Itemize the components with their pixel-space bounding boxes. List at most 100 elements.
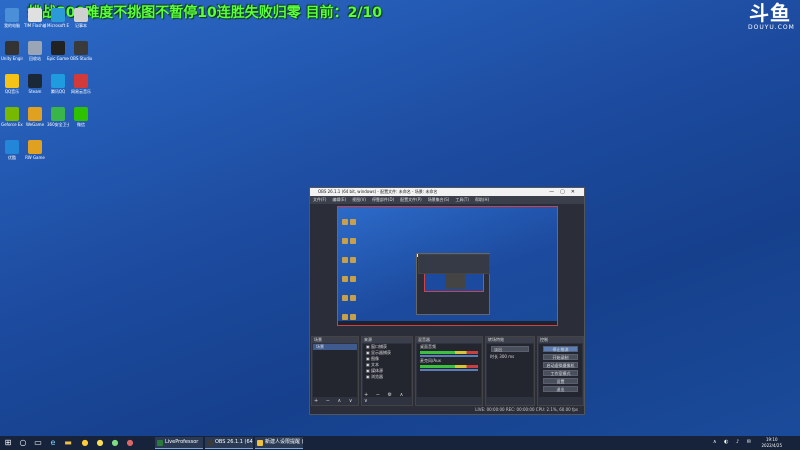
desktop-icon[interactable]: QQ音乐 <box>1 74 23 94</box>
app-icon-2[interactable]: ● <box>95 438 105 448</box>
desktop-icon[interactable]: 记事本 <box>70 8 92 28</box>
taskbar-clock[interactable]: 19:10 2022/4/25 <box>761 437 782 449</box>
transition-body: 淡出 时长 300 ms <box>487 344 533 397</box>
desktop-icon[interactable]: 网易云音乐 <box>70 74 92 94</box>
taskbar-app-label: OBS 26.1.1 (64 bit... <box>215 439 253 445</box>
mixer-track-label: 麦克风/Aux <box>420 358 441 363</box>
system-tray[interactable]: ∧ ◐ ♪ ✉ <box>713 439 754 445</box>
desktop-icon[interactable]: WeGame <box>24 107 46 127</box>
desktop-icon-label: 我的电脑 <box>4 23 20 28</box>
desktop-icon-label: Unity Engine <box>1 56 23 61</box>
desktop-icon[interactable]: Steam <box>24 74 46 94</box>
scenes-title: 场景 <box>312 337 358 343</box>
folder-icon[interactable]: ▬ <box>63 438 73 448</box>
duration-row: 时长 300 ms <box>487 354 533 360</box>
task-view-icon[interactable]: ▭ <box>33 438 43 448</box>
desktop-icon[interactable]: Epic Games Launcher <box>47 41 69 61</box>
app-icon <box>51 74 65 88</box>
volume-slider[interactable] <box>420 355 478 357</box>
desktop-icon-label: Epic Games Launcher <box>47 56 69 61</box>
obs-menu-item[interactable]: 工具(T) <box>455 197 469 202</box>
control-button[interactable]: 停止推流 <box>543 346 578 352</box>
volume-slider[interactable] <box>420 369 478 371</box>
desktop-icon[interactable]: TIM Flash编辑 <box>24 8 46 28</box>
app-icon-4[interactable]: ● <box>125 438 135 448</box>
taskbar-app-label: 新建人设限提醒 (2)... <box>265 439 303 445</box>
obs-menu-item[interactable]: 停靠部件(D) <box>372 197 394 202</box>
start-icon[interactable]: ⊞ <box>3 438 13 448</box>
desktop-icon-label: 网易云音乐 <box>71 89 91 94</box>
scene-item[interactable]: 场景 <box>313 344 357 350</box>
duration-label: 时长 <box>490 354 498 359</box>
sources-toolbar[interactable]: + − ⚙ ∧ ∨ <box>364 392 412 404</box>
desktop-icon[interactable]: Unity Engine <box>1 41 23 61</box>
scenes-toolbar[interactable]: + − ∧ ∨ <box>314 398 355 404</box>
controls-title: 控制 <box>538 337 583 343</box>
control-button[interactable]: 启动虚拟摄像机 <box>543 362 578 368</box>
banner-middle: 难度不挑图不暂停 <box>85 5 198 21</box>
mixer-title: 混音器 <box>416 337 482 343</box>
search-icon[interactable]: ○ <box>18 438 28 448</box>
desktop-icon-label: WeGame <box>25 122 45 127</box>
obs-menu-item[interactable]: 编辑(E) <box>332 197 346 202</box>
scenes-list[interactable]: 场景 <box>313 344 357 397</box>
desktop-icon-label: OBS Studio <box>70 56 92 61</box>
preview-icons <box>342 213 358 325</box>
desktop-icon-label: 腾讯QQ <box>50 89 66 94</box>
desktop-icon[interactable]: Geforce Experience <box>1 107 23 127</box>
control-button[interactable]: 退出 <box>543 386 578 392</box>
obs-titlebar[interactable]: OBS 26.1.1 (64 bit, windows) - 配置文件: 未命名… <box>310 188 584 196</box>
obs-menu-item[interactable]: 文件(F) <box>313 197 326 202</box>
obs-docks: 场景 场景 + − ∧ ∨ 来源 ▣ 窗口捕获 ▣ 显示器捕获 ▣ 图像 ▣ 文本 ▣ … <box>310 336 584 406</box>
taskbar-app[interactable]: 新建人设限提醒 (2)... <box>255 437 303 449</box>
obs-menu-item[interactable]: 配置文件(P) <box>400 197 422 202</box>
desktop-icon[interactable]: RW Game <box>24 140 46 160</box>
desktop: 挑战800难度不挑图不暂停10连胜失败归零 目前：2/10 斗鱼 DOUYU.C… <box>0 0 800 436</box>
transition-select[interactable]: 淡出 <box>491 346 529 352</box>
controls-dock: 控制 停止推流开始录制启动虚拟摄像机 工作室模式设置退出 <box>537 336 584 406</box>
transition-dock: 转场特效 淡出 时长 300 ms <box>485 336 535 406</box>
desktop-icon-label: 记事本 <box>75 23 87 28</box>
douyu-watermark: 斗鱼 DOUYU.COM <box>748 2 794 31</box>
obs-statusbar: LIVE: 00:00:00 REC: 00:00:00 CPU: 2.1%, … <box>310 406 584 414</box>
app-icon <box>74 107 88 121</box>
obs-menu-item[interactable]: 视图(V) <box>352 197 366 202</box>
app-icon <box>51 107 65 121</box>
preview-taskbar <box>338 321 557 325</box>
desktop-icon-label: 微信 <box>77 122 85 127</box>
app-icon <box>5 107 19 121</box>
control-button[interactable]: 设置 <box>543 378 578 384</box>
desktop-icon[interactable]: 微信 <box>70 107 92 127</box>
edge-icon[interactable]: e <box>48 438 58 448</box>
desktop-icon[interactable]: 腾讯QQ <box>47 74 69 94</box>
taskbar-app[interactable]: LiveProfessor <box>155 437 203 449</box>
desktop-icon-label: TIM Flash编辑 <box>24 23 46 28</box>
desktop-icon[interactable]: 回收站 <box>24 41 46 61</box>
control-button[interactable]: 开始录制 <box>543 354 578 360</box>
banner-progress: 2/10 <box>347 5 382 21</box>
obs-preview[interactable] <box>337 206 558 326</box>
desktop-icon[interactable]: 我的电脑 <box>1 8 23 28</box>
desktop-icon-label: 优酷 <box>8 155 16 160</box>
control-button[interactable]: 工作室模式 <box>543 370 578 376</box>
taskbar-app[interactable]: OBS 26.1.1 (64 bit... <box>205 437 253 449</box>
obs-window[interactable]: OBS 26.1.1 (64 bit, windows) - 配置文件: 未命名… <box>309 187 585 415</box>
taskbar-app-icon <box>257 440 263 446</box>
desktop-icon[interactable]: OBS Studio <box>70 41 92 61</box>
app-icon-3[interactable]: ● <box>110 438 120 448</box>
desktop-icon[interactable]: Microsoft Edge <box>47 8 69 28</box>
desktop-icon[interactable]: 360安全卫士 <box>47 107 69 127</box>
app-icon-1[interactable]: ● <box>80 438 90 448</box>
sources-list[interactable]: ▣ 窗口捕获 ▣ 显示器捕获 ▣ 图像 ▣ 文本 ▣ 媒体源 ▣ 浏览器 <box>363 344 411 397</box>
duration-value[interactable]: 300 ms <box>499 354 514 359</box>
app-icon <box>5 41 19 55</box>
obs-menu-item[interactable]: 场景集合(S) <box>428 197 450 202</box>
banner-suffix: 连胜失败归零 目前： <box>216 5 348 21</box>
window-controls[interactable]: —▢✕ <box>549 188 581 196</box>
transition-title: 转场特效 <box>486 337 534 343</box>
desktop-icon[interactable]: 优酷 <box>1 140 23 160</box>
desktop-icon-label: RW Game <box>25 155 45 160</box>
source-item[interactable]: ▣ 浏览器 <box>363 374 411 380</box>
obs-menu-item[interactable]: 帮助(H) <box>475 197 489 202</box>
mixer-track-label: 桌面音频 <box>420 344 436 349</box>
